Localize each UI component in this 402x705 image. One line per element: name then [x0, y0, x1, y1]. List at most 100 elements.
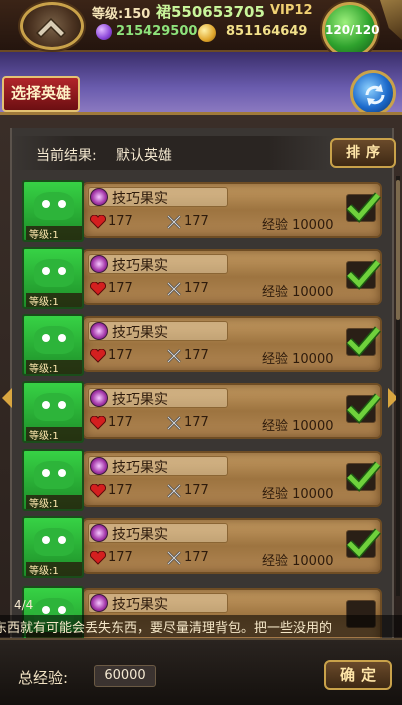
gem-icon [96, 24, 112, 40]
refresh-icon [365, 84, 385, 106]
hero-level: 等级:1 [26, 360, 82, 374]
exp-value: 经验 10000 [262, 487, 334, 502]
select-checkbox[interactable] [346, 528, 381, 559]
fruit-icon [90, 322, 108, 340]
hero-face [34, 326, 74, 354]
energy-orb: 120/120 [322, 2, 380, 58]
hero-eye [58, 401, 66, 409]
checkmark-icon [346, 326, 381, 357]
total-exp-value: 60000 [94, 665, 156, 687]
item-name: 技巧果实 [112, 527, 168, 543]
coin-count: 851164649 [226, 24, 308, 39]
hero-card[interactable]: 等级:1 技巧果实 177 177 经验 10000 [22, 381, 384, 443]
hero-level: 等级:1 [26, 226, 82, 240]
attack-value: 177 [184, 550, 209, 565]
select-checkbox[interactable] [346, 192, 381, 223]
announcement-text: 东西就有可能会丢失东西，要尽量清理背包。把一些没用的 [0, 621, 333, 636]
total-exp-label: 总经验: [18, 669, 69, 687]
confirm-button[interactable]: 确定 [324, 660, 392, 690]
hero-face [34, 393, 74, 421]
hero-face [34, 192, 74, 220]
hero-portrait: 等级:1 [22, 449, 84, 511]
checkmark-icon [346, 259, 381, 290]
dragon-ornament-icon [380, 0, 402, 40]
hero-eye [58, 606, 66, 614]
fruit-icon [90, 188, 108, 206]
attack-value: 177 [184, 415, 209, 430]
select-checkbox[interactable] [346, 393, 381, 424]
hero-eye [58, 536, 66, 544]
sort-button[interactable]: 排序 [330, 138, 396, 168]
item-name: 技巧果实 [112, 597, 168, 613]
hp-value: 177 [108, 415, 133, 430]
announcement-bar: 东西就有可能会丢失东西，要尽量清理背包。把一些没用的 [0, 615, 402, 637]
heart-icon [90, 484, 106, 498]
select-checkbox[interactable] [346, 259, 381, 290]
attack-value: 177 [184, 214, 209, 229]
crossed-swords-icon [167, 349, 181, 363]
hero-level: 等级:1 [26, 293, 82, 307]
hero-card[interactable]: 等级:1 技巧果实 177 177 经验 10000 [22, 449, 384, 511]
hero-eye [58, 334, 66, 342]
item-name: 技巧果实 [112, 460, 168, 476]
hero-card[interactable]: 等级:1 技巧果实 177 177 经验 10000 [22, 314, 384, 376]
checkmark-icon [346, 528, 381, 559]
checkmark-icon [346, 192, 381, 223]
hero-card[interactable]: 等级:1 技巧果实 177 177 经验 10000 [22, 516, 384, 578]
top-status-bar: 等级:150 裙550653705 VIP12 215429500 851164… [0, 0, 402, 58]
back-button[interactable] [20, 2, 84, 50]
game-screen: 等级:150 裙550653705 VIP12 215429500 851164… [0, 0, 402, 705]
result-label: 当前结果: [36, 148, 97, 164]
fruit-icon [90, 255, 108, 273]
fruit-icon [90, 594, 108, 612]
hero-eye [58, 469, 66, 477]
hp-value: 177 [108, 281, 133, 296]
crossed-swords-icon [167, 416, 181, 430]
hero-portrait: 等级:1 [22, 180, 84, 242]
energy-value: 120/120 [325, 23, 380, 37]
coin-icon [198, 24, 216, 42]
item-name: 技巧果实 [112, 392, 168, 408]
exp-value: 经验 10000 [262, 285, 334, 300]
hero-level: 等级:1 [26, 427, 82, 441]
refresh-button[interactable] [350, 70, 396, 116]
hero-level: 等级:1 [26, 562, 82, 576]
crossed-swords-icon [167, 215, 181, 229]
select-checkbox[interactable] [346, 326, 381, 357]
heart-icon [90, 416, 106, 430]
fruit-icon [90, 389, 108, 407]
exp-value: 经验 10000 [262, 419, 334, 434]
heart-icon [90, 551, 106, 565]
scrollbar-thumb[interactable] [396, 180, 400, 320]
item-name: 技巧果实 [112, 258, 168, 274]
checkmark-icon [346, 393, 381, 424]
group-number: 裙550653705 [156, 3, 265, 21]
hero-card[interactable]: 等级:1 技巧果实 177 177 经验 10000 [22, 180, 384, 242]
hero-portrait: 等级:1 [22, 516, 84, 578]
chevron-up-icon [35, 17, 67, 39]
hero-card[interactable]: 等级:1 技巧果实 177 177 经验 10000 [22, 247, 384, 309]
hero-eye [42, 200, 50, 208]
hero-portrait: 等级:1 [22, 381, 84, 443]
exp-value: 经验 10000 [262, 352, 334, 367]
select-checkbox[interactable] [346, 461, 381, 492]
attack-value: 177 [184, 348, 209, 363]
hero-eye [42, 334, 50, 342]
checkmark-icon [346, 461, 381, 492]
page-indicator: 4/4 [14, 598, 34, 612]
exp-value: 经验 10000 [262, 218, 334, 233]
heart-icon [90, 282, 106, 296]
attack-value: 177 [184, 483, 209, 498]
hero-face [34, 461, 74, 489]
heart-icon [90, 349, 106, 363]
hp-value: 177 [108, 550, 133, 565]
select-hero-button[interactable]: 选择英雄 [2, 76, 80, 112]
gem-count: 215429500 [116, 24, 198, 39]
hero-eye [42, 606, 50, 614]
prev-page-arrow-icon[interactable] [2, 388, 12, 408]
fruit-icon [90, 457, 108, 475]
fruit-icon [90, 524, 108, 542]
hp-value: 177 [108, 214, 133, 229]
hero-eye [42, 536, 50, 544]
item-name: 技巧果实 [112, 325, 168, 341]
